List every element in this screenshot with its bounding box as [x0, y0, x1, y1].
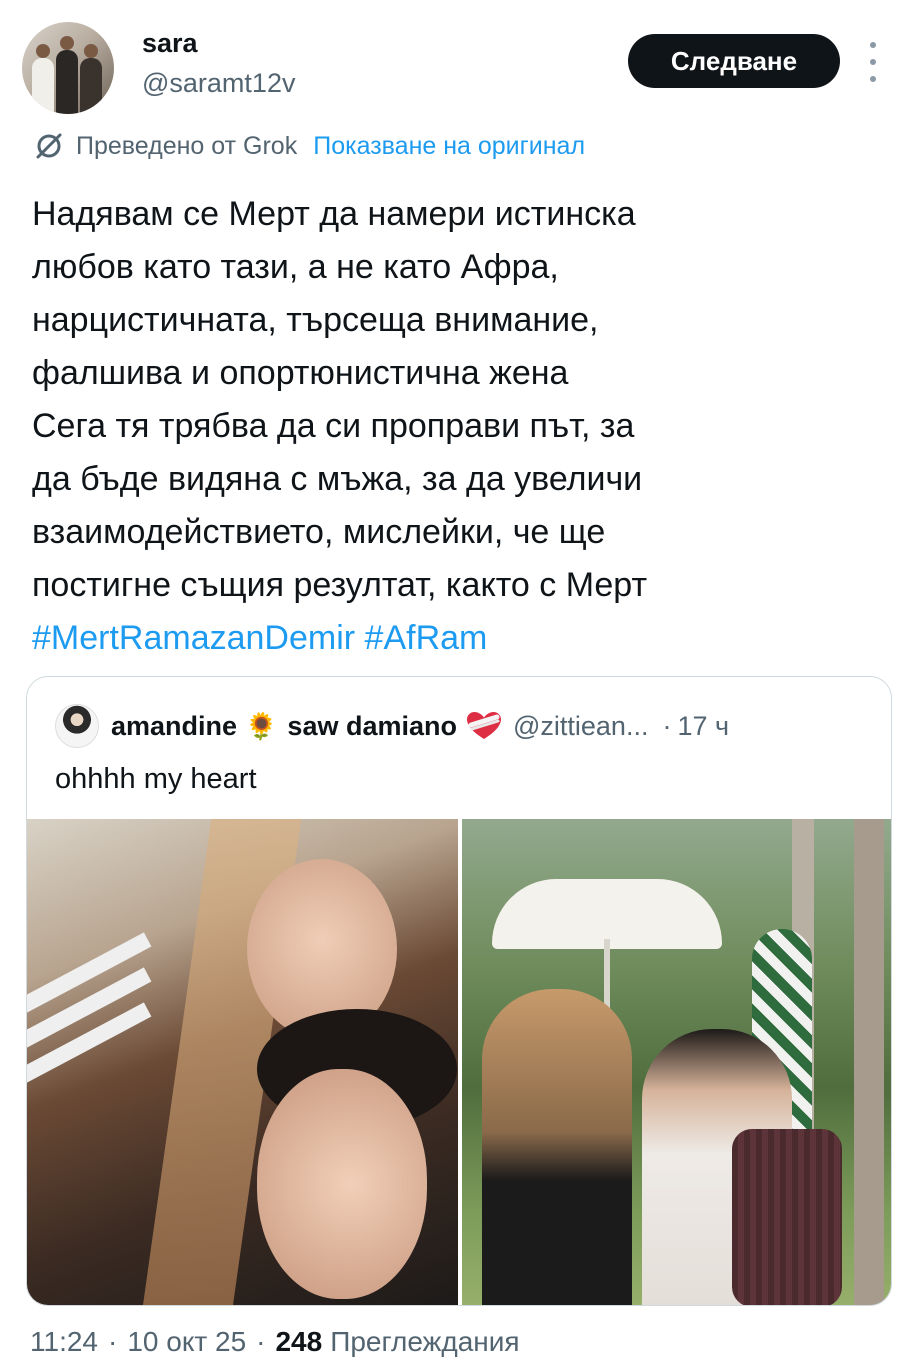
author-handle[interactable]: @saramt12v — [142, 68, 295, 99]
quoted-tweet[interactable]: amandine 🌻 saw damiano @zittiean... · 17… — [26, 676, 892, 1306]
tweet-date[interactable]: 10 окт 25 — [127, 1326, 246, 1358]
separator: · — [108, 1326, 118, 1357]
quoted-author-name[interactable]: amandine — [111, 711, 237, 742]
author-name[interactable]: sara — [142, 28, 198, 59]
quoted-tweet-media — [27, 819, 891, 1305]
quoted-tweet-header: amandine 🌻 saw damiano @zittiean... · 17… — [55, 703, 729, 749]
translation-bar: Преведено от Grok Показване на оригинал — [32, 128, 585, 164]
separator: · — [256, 1326, 266, 1357]
show-original-link[interactable]: Показване на оригинал — [313, 132, 585, 161]
tweet-text: Надявам се Мерт да намери истинска любов… — [32, 188, 892, 665]
tweet-meta: 11:24 · 10 окт 25 · 248 Преглеждания — [30, 1322, 520, 1362]
quoted-author-avatar[interactable] — [55, 704, 99, 748]
quoted-tweet-time[interactable]: 17 ч — [677, 711, 729, 742]
tweet-line: да бъде видяна с мъжа, за да увеличи — [32, 460, 643, 498]
photo-couple-selfie[interactable] — [27, 819, 458, 1305]
bandaged-heart-icon — [466, 712, 501, 739]
quoted-tweet-text: ohhhh my heart — [55, 763, 257, 795]
translated-label: Преведено от Grok — [76, 131, 298, 160]
tweet-line: Надявам се Мерт да намери истинска — [32, 195, 636, 233]
tweet-time[interactable]: 11:24 — [30, 1326, 98, 1358]
tweet-line: постигне същия резултат, както с Мерт — [32, 566, 648, 604]
photo-garden-couple[interactable] — [462, 819, 891, 1305]
tweet-line: нарцистичната, търсеща внимание, — [32, 301, 599, 339]
hashtag-links[interactable]: #MertRamazanDemir #AfRam — [32, 612, 892, 665]
follow-button[interactable]: Следване — [628, 34, 840, 88]
separator: · — [662, 710, 672, 741]
quoted-author-handle[interactable]: @zittiean... — [513, 711, 648, 742]
tweet-header: sara @saramt12v Следване — [22, 22, 895, 118]
views-count: 248 — [275, 1326, 323, 1357]
tweet-line: взаимодействието, мислейки, че ще — [32, 513, 606, 551]
tweet-line: любов като тази, а не като Афра, — [32, 248, 559, 286]
quoted-author-name-suffix[interactable]: saw damiano — [287, 711, 457, 742]
views-label: Преглеждания — [330, 1326, 520, 1357]
grok-icon — [36, 133, 62, 159]
tweet-line: Сега тя трябва да си проправи път, за — [32, 407, 635, 445]
sunflower-icon: 🌻 — [245, 711, 278, 741]
tweet-line: фалшива и опортюнистична жена — [32, 354, 569, 392]
more-options-icon[interactable] — [864, 42, 882, 82]
author-avatar[interactable] — [22, 22, 114, 114]
